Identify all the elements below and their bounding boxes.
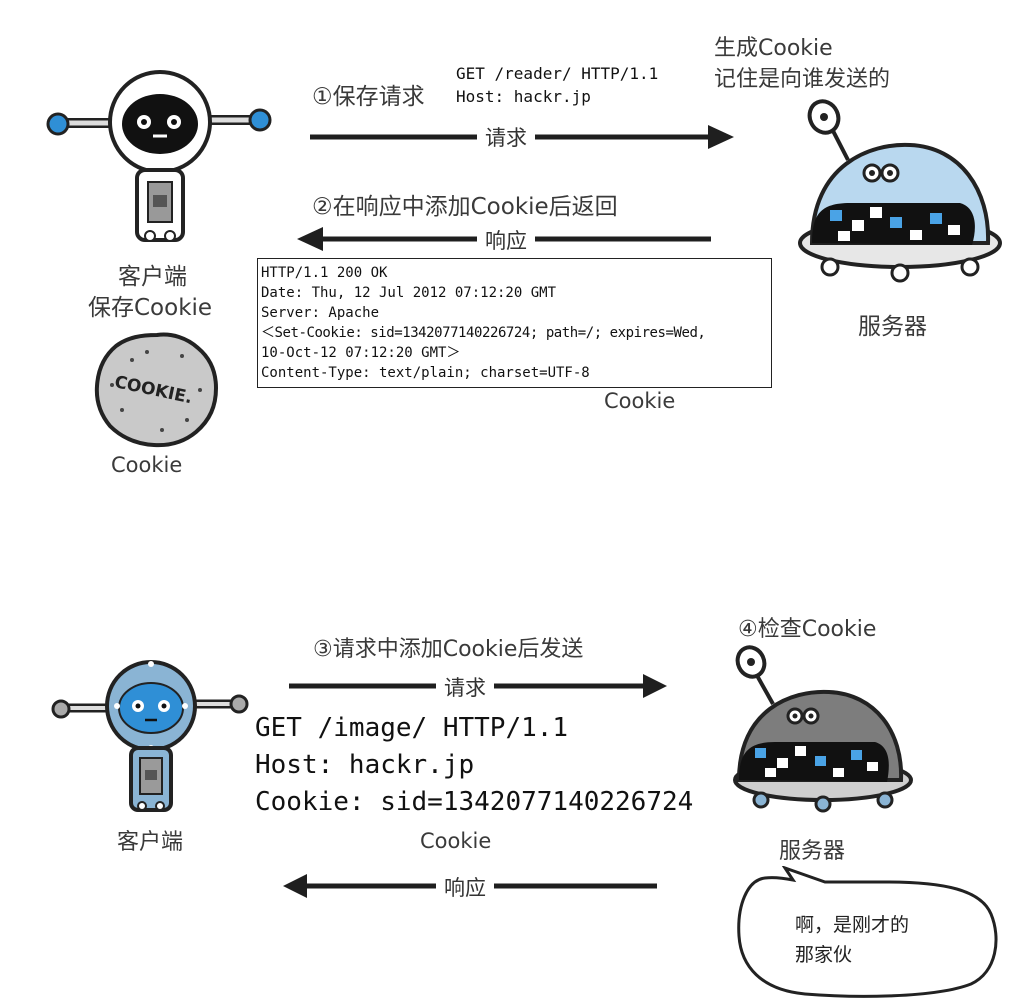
client-save-cookie-label: 保存Cookie — [88, 295, 213, 321]
request-line-2-bottom: Host: hackr.jp — [255, 750, 475, 780]
response-cookie-label: Cookie — [604, 389, 676, 413]
server-robot-bottom — [733, 645, 913, 813]
step4-label: ④检查Cookie — [738, 617, 877, 642]
client-robot-bottom — [51, 660, 249, 812]
response-line: Content-Type: text/plain; charset=UTF-8 — [261, 365, 590, 381]
step2-label: ②在响应中添加Cookie后返回 — [312, 194, 618, 220]
bubble-text-line-2: 那家伙 — [795, 944, 853, 966]
cookie-label-top: Cookie — [111, 453, 183, 477]
response-line: Date: Thu, 12 Jul 2012 07:12:20 GMT — [261, 285, 557, 301]
response-arrow-label-top: 响应 — [477, 225, 535, 255]
response-line: 10-Oct-12 07:12:20 GMT＞ — [261, 345, 461, 361]
server-note-line-2: 记住是向谁发送的 — [714, 67, 891, 92]
server-robot-top — [798, 99, 1002, 283]
response-header-box: HTTP/1.1 200 OK Date: Thu, 12 Jul 2012 0… — [257, 258, 772, 388]
response-arrow-label-bottom: 响应 — [436, 872, 494, 902]
response-line: ＜Set-Cookie: sid=1342077140226724; path=… — [261, 325, 706, 341]
request-line-2-top: Host: hackr.jp — [456, 87, 591, 106]
cookie-label-bottom: Cookie — [420, 829, 492, 853]
request-line-1-top: GET /reader/ HTTP/1.1 — [456, 64, 659, 83]
client-label-bottom: 客户端 — [117, 830, 184, 855]
response-line: HTTP/1.1 200 OK — [261, 265, 388, 281]
cookie-icon: COOKIE. — [94, 332, 219, 448]
bubble-text-line-1: 啊，是刚才的 — [795, 914, 910, 936]
request-arrow-label-top: 请求 — [477, 122, 535, 152]
step1-label: ①保存请求 — [312, 84, 425, 110]
server-label-top: 服务器 — [858, 314, 927, 340]
client-robot-top — [46, 70, 272, 242]
request-line-3-bottom: Cookie: sid=1342077140226724 — [255, 787, 694, 817]
client-label-top: 客户端 — [118, 264, 187, 290]
server-note-line-1: 生成Cookie — [714, 36, 833, 61]
request-arrow-label-bottom: 请求 — [436, 672, 494, 702]
step3-label: ③请求中添加Cookie后发送 — [313, 637, 584, 662]
request-line-1-bottom: GET /image/ HTTP/1.1 — [255, 713, 569, 743]
server-label-bottom: 服务器 — [779, 839, 846, 864]
response-line: Server: Apache — [261, 305, 380, 321]
